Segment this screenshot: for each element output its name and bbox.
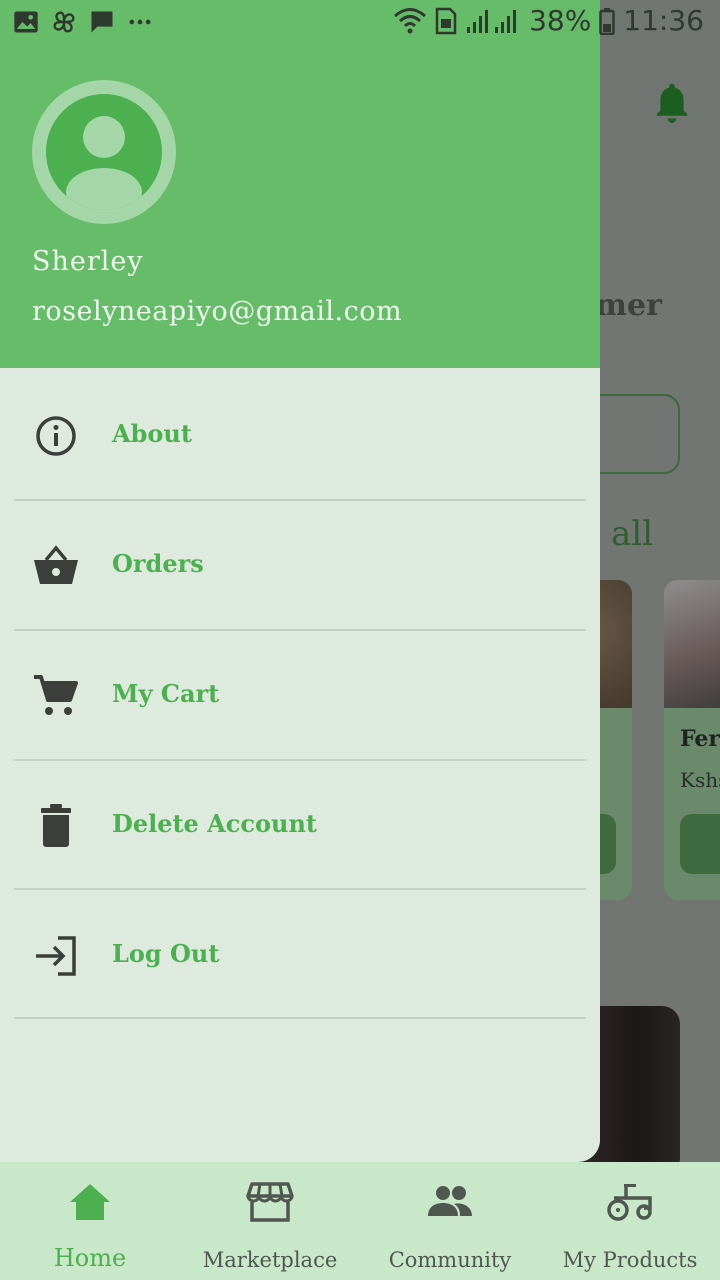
info-icon [36,416,76,456]
chat-icon [91,11,113,33]
menu-item-label: My Cart [112,679,220,708]
wifi-icon [394,7,427,33]
avatar-icon[interactable] [32,80,176,224]
more-dots-icon [129,19,151,25]
status-bar: 38% 11:36 [0,0,720,48]
nav-label: Marketplace [202,1248,338,1272]
user-name: Sherley [32,246,144,277]
store-icon [246,1182,294,1222]
menu-item-about[interactable]: About [0,370,600,500]
menu-item-label: Log Out [112,939,220,968]
tractor-icon [607,1184,652,1221]
signal-icon [467,9,517,33]
menu-item-log-out[interactable]: Log Out [0,890,600,1020]
nav-community[interactable]: Community [360,1162,540,1280]
basket-icon [34,545,78,584]
image-icon [14,11,38,33]
bottom-navigation: Home Marketplace Community My Products [0,1162,720,1280]
nav-label: My Products [562,1248,698,1272]
navigation-drawer: Sherley roselyneapiyo@gmail.com About Or… [0,0,600,1162]
trash-icon [41,804,71,847]
product-image [664,580,720,708]
product-name: Fert [680,726,720,752]
menu-item-orders[interactable]: Orders [0,500,600,630]
battery-icon [599,7,616,35]
nav-marketplace[interactable]: Marketplace [180,1162,360,1280]
drawer-header: Sherley roselyneapiyo@gmail.com [0,0,600,368]
cart-icon [34,675,78,715]
menu-item-label: Orders [112,549,204,578]
pinwheel-icon [53,11,75,33]
people-icon [428,1186,472,1216]
menu-item-label: Delete Account [112,809,318,838]
home-icon [70,1184,110,1220]
battery-percent: 38% [529,4,592,37]
product-card[interactable]: Fert Kshs [664,580,720,900]
drawer-menu: About Orders My Cart Delete Account Log … [0,370,600,1020]
menu-item-delete-account[interactable]: Delete Account [0,760,600,890]
nav-label: Community [388,1248,512,1272]
sim-icon [435,7,457,34]
divider [14,1017,586,1019]
add-to-cart-button[interactable] [680,814,720,874]
notification-bell-icon[interactable] [650,80,694,130]
product-price: Kshs [680,768,720,792]
clock: 11:36 [623,4,704,37]
menu-item-my-cart[interactable]: My Cart [0,630,600,760]
nav-my-products[interactable]: My Products [540,1162,720,1280]
user-email: roselyneapiyo@gmail.com [32,296,403,327]
logout-icon [36,936,76,976]
nav-label: Home [53,1244,127,1272]
menu-item-label: About [112,419,192,448]
nav-home[interactable]: Home [0,1162,180,1280]
